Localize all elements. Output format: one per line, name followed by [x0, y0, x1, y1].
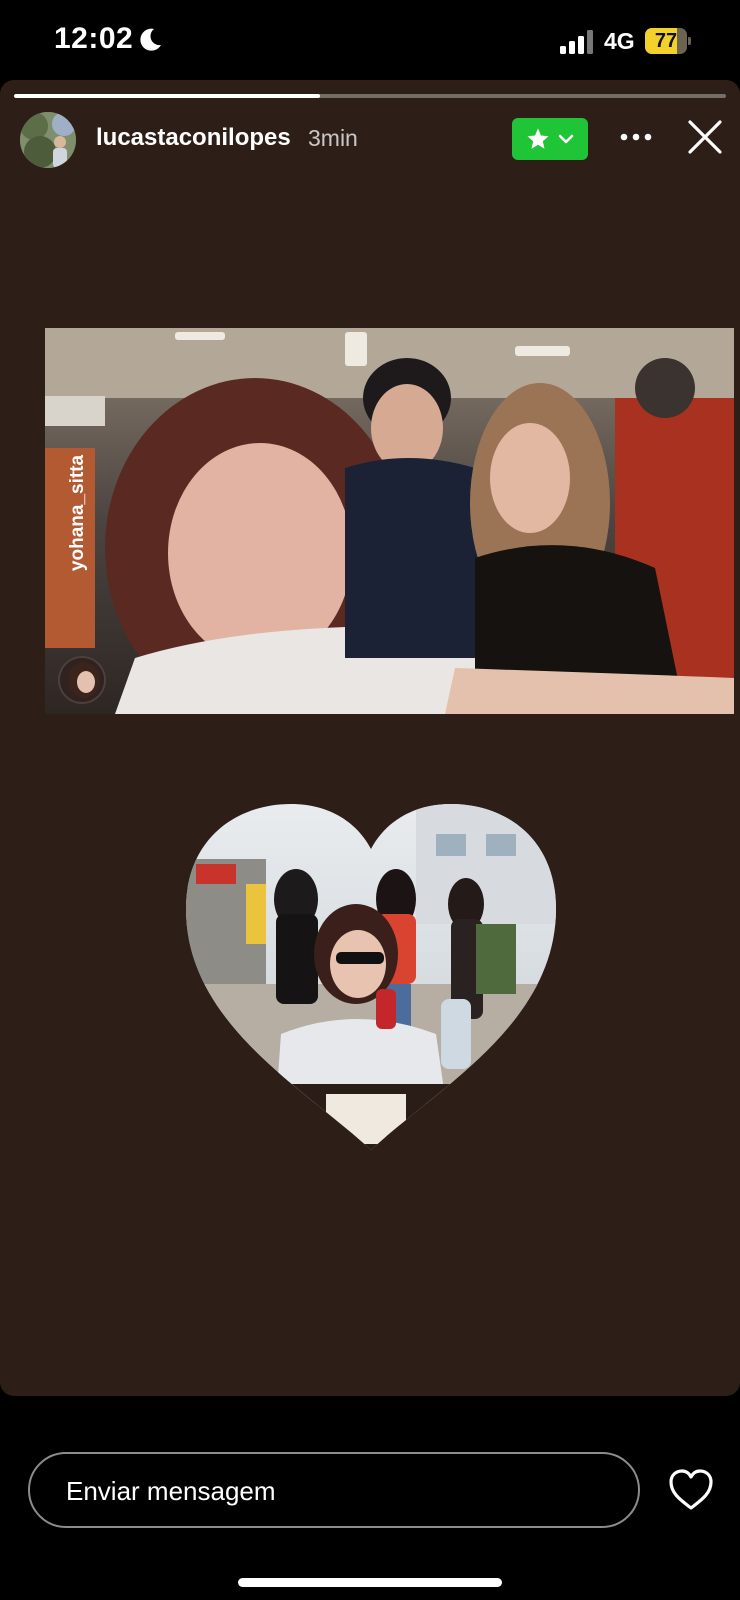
story-card[interactable]: lucastaconilopes 3min yohana_sitta	[0, 80, 740, 1396]
status-bar: 12:02 4G 77	[0, 0, 740, 80]
mention-avatar[interactable]	[58, 656, 106, 704]
status-time: 12:02	[54, 22, 134, 55]
story-timestamp: 3min	[308, 125, 358, 151]
home-indicator	[238, 1578, 502, 1587]
chevron-down-icon	[558, 134, 574, 144]
close-friends-button[interactable]	[512, 118, 588, 160]
story-progress-bar	[14, 94, 726, 98]
message-input[interactable]: Enviar mensagem	[28, 1452, 640, 1528]
battery-icon: 77	[645, 28, 691, 54]
heart-icon[interactable]	[668, 1468, 714, 1512]
story-progress-fill	[14, 94, 321, 98]
mention-username: yohana_sitta	[67, 454, 88, 572]
profile-avatar[interactable]	[20, 112, 76, 168]
more-options-icon[interactable]	[616, 125, 656, 149]
story-photo	[45, 328, 734, 714]
message-input-placeholder: Enviar mensagem	[66, 1476, 276, 1506]
close-icon[interactable]	[686, 118, 724, 156]
star-icon	[527, 128, 549, 149]
heart-photo-sticker	[186, 804, 556, 1150]
moon-icon	[140, 28, 161, 51]
network-type: 4G	[604, 28, 635, 54]
signal-icon	[560, 30, 593, 54]
battery-level: 77	[654, 30, 678, 52]
story-username[interactable]: lucastaconilopes	[96, 124, 291, 152]
